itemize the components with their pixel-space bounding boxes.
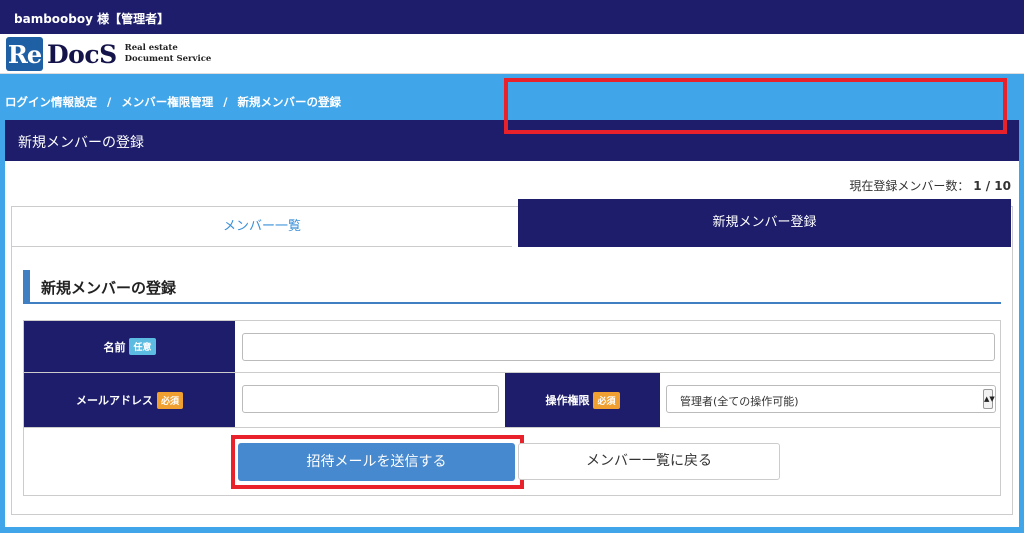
top-bar: bambooboy 様【管理者】 <box>0 0 1024 34</box>
form-row-name: 名前 任意 <box>24 321 1000 373</box>
member-count: 現在登録メンバー数： 1 / 10 <box>849 177 1011 194</box>
required-badge: 必須 <box>593 391 620 409</box>
member-count-value: 1 / 10 <box>973 179 1011 193</box>
send-button-highlight-frame <box>231 435 524 489</box>
breadcrumb-login-settings[interactable]: ログイン情報設定 <box>5 95 97 109</box>
logo-bar: Re DocS Real estate Document Service <box>0 34 1024 74</box>
logo-subtitle-line2: Document Service <box>124 54 212 64</box>
logo-subtitle: Real estate Document Service <box>125 43 212 65</box>
name-input[interactable] <box>242 333 995 361</box>
logo-subtitle-line1: Real estate <box>124 43 178 53</box>
breadcrumb-current: 新規メンバーの登録 <box>237 95 341 109</box>
email-input[interactable] <box>242 385 499 413</box>
breadcrumb-separator: / <box>107 95 112 109</box>
back-to-list-button[interactable]: メンバー一覧に戻る <box>518 443 780 480</box>
permission-select[interactable]: 管理者(全ての操作可能) ▲▼ <box>666 385 996 413</box>
logo-docs-text: DocS <box>47 39 117 69</box>
redocs-logo[interactable]: Re DocS Real estate Document Service <box>6 37 211 71</box>
name-label: 名前 <box>103 340 126 354</box>
member-count-label: 現在登録メンバー数： <box>849 179 970 193</box>
tab-member-list[interactable]: メンバー一覧 <box>12 207 512 247</box>
optional-badge: 任意 <box>129 338 156 355</box>
logo-re-mark: Re <box>6 37 43 71</box>
permission-label-cell: 操作権限 必須 <box>505 373 660 427</box>
name-label-cell: 名前 任意 <box>24 321 235 372</box>
email-label-cell: メールアドレス 必須 <box>24 373 235 427</box>
breadcrumb-member-permissions[interactable]: メンバー権限管理 <box>121 95 213 109</box>
email-label: メールアドレス <box>75 394 153 407</box>
select-arrow-icon: ▲▼ <box>983 389 995 409</box>
tabs: メンバー一覧 新規メンバー登録 <box>11 199 1013 247</box>
tab-new-member[interactable]: 新規メンバー登録 <box>518 199 1011 247</box>
section-title: 新規メンバーの登録 <box>23 270 1001 304</box>
breadcrumb-separator: / <box>223 95 228 109</box>
permission-label: 操作権限 <box>545 394 590 407</box>
required-badge: 必須 <box>156 391 183 409</box>
breadcrumb: ログイン情報設定 / メンバー権限管理 / 新規メンバーの登録 <box>5 94 341 110</box>
tab-highlight-frame <box>504 78 1007 134</box>
permission-selected-value: 管理者(全ての操作可能) <box>680 395 799 408</box>
user-label: bambooboy 様【管理者】 <box>14 12 170 26</box>
form-row-email-permission: メールアドレス 必須 操作権限 必須 管理者(全ての操作可能) ▲▼ <box>24 373 1000 428</box>
